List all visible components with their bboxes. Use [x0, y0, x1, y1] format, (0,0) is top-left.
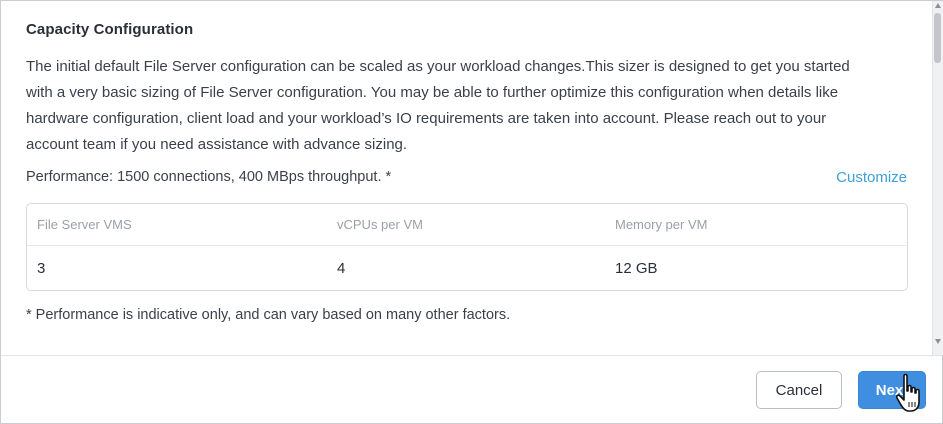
- description-line: account team if you need assistance with…: [26, 136, 408, 153]
- performance-footnote: * Performance is indicative only, and ca…: [26, 307, 511, 323]
- cancel-button[interactable]: Cancel: [756, 371, 842, 409]
- memory-per-vm-value: 12 GB: [615, 260, 658, 277]
- scroll-thumb[interactable]: [934, 13, 941, 63]
- dialog-content: Capacity Configuration The initial defau…: [2, 2, 931, 354]
- vcpus-per-vm-value: 4: [337, 260, 346, 277]
- table-row: 3 4 12 GB: [27, 246, 907, 292]
- scroll-down-icon[interactable]: [935, 339, 941, 344]
- vm-sizing-table: File Server VMS vCPUs per VM Memory per …: [26, 203, 908, 291]
- capacity-configuration-dialog: Capacity Configuration The initial defau…: [0, 0, 943, 424]
- column-header-memory-per-vm: Memory per VM: [615, 217, 708, 232]
- file-server-vms-value: 3: [37, 260, 46, 277]
- table-header-row: File Server VMS vCPUs per VM Memory per …: [27, 204, 907, 246]
- column-header-file-server-vms: File Server VMS: [37, 217, 132, 232]
- performance-summary: Performance: 1500 connections, 400 MBps …: [26, 169, 392, 185]
- column-header-vcpus-per-vm: vCPUs per VM: [337, 217, 423, 232]
- description-line: The initial default File Server configur…: [26, 58, 850, 75]
- description-line: hardware configuration, client load and …: [26, 110, 827, 127]
- section-title: Capacity Configuration: [26, 21, 194, 38]
- dialog-footer: Cancel Next: [1, 355, 942, 423]
- description-text: The initial default File Server configur…: [26, 54, 906, 158]
- description-line: with a very basic sizing of File Server …: [26, 84, 839, 101]
- customize-link[interactable]: Customize: [836, 169, 907, 186]
- vertical-scrollbar[interactable]: [932, 1, 943, 355]
- scroll-up-icon[interactable]: [935, 3, 941, 8]
- hand-pointer-icon: [896, 373, 920, 412]
- performance-row: Performance: 1500 connections, 400 MBps …: [26, 169, 907, 191]
